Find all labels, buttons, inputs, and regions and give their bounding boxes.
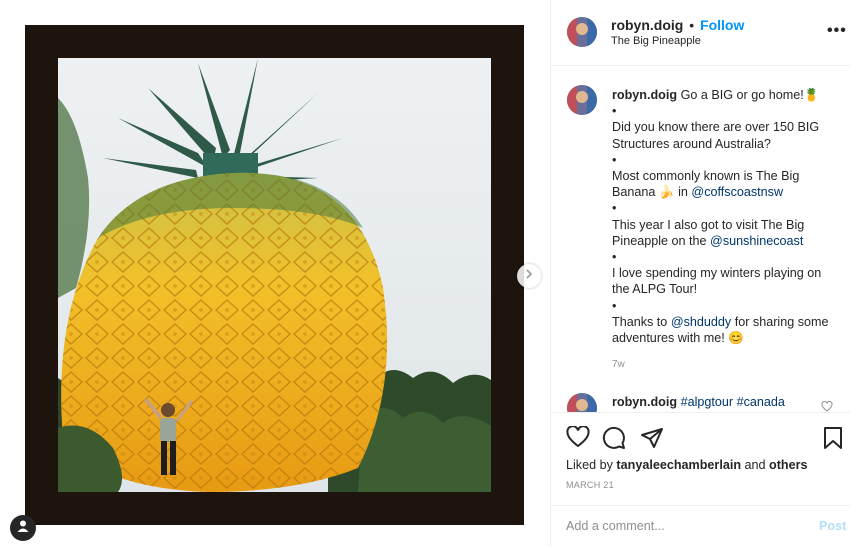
photo-column — [0, 0, 550, 547]
banana-emoji: 🍌 — [658, 185, 675, 200]
bullet: • — [612, 201, 617, 216]
comment-input[interactable] — [566, 519, 786, 533]
heart-icon[interactable] — [566, 425, 590, 453]
location-link[interactable]: The Big Pineapple — [611, 35, 701, 47]
caption-p3-in: in — [678, 185, 688, 200]
liked-by-user[interactable]: tanyaleechamberlain — [616, 458, 741, 472]
hashtag-links[interactable]: #alpgtour #canada — [681, 395, 785, 409]
likes-and: and — [744, 458, 766, 472]
caption-p6-pre: Thanks to — [612, 314, 668, 329]
caption-username[interactable]: robyn.doig — [612, 88, 677, 102]
bullet: • — [612, 152, 617, 167]
comments-section: robyn.doig Go a BIG or go home!🍍 • Did y… — [551, 67, 850, 412]
comment-username[interactable]: robyn.doig — [612, 395, 677, 409]
post-comment-button[interactable]: Post — [819, 519, 846, 533]
smile-emoji: 😊 — [728, 331, 744, 346]
avatar[interactable] — [567, 85, 597, 115]
likes-line: Liked by tanyaleechamberlain and others — [566, 458, 808, 472]
mention-link[interactable]: @sunshinecoast — [710, 234, 803, 248]
bullet: • — [612, 104, 617, 119]
carousel-next-button[interactable] — [517, 264, 541, 288]
share-icon[interactable] — [640, 426, 664, 455]
caption-p2: Did you know there are over 150 BIG Stru… — [612, 120, 820, 151]
bookmark-icon[interactable] — [823, 426, 843, 455]
profile-icon — [16, 519, 30, 538]
small-heart-icon[interactable] — [821, 399, 833, 412]
header-user-line: robyn.doig • Follow — [611, 17, 744, 33]
mention-link[interactable]: @coffscoastnsw — [691, 185, 783, 199]
pineapple-emoji: 🍍 — [803, 88, 820, 102]
action-bar — [551, 412, 850, 460]
post-side-panel: robyn.doig • Follow The Big Pineapple ••… — [550, 0, 850, 547]
mention-link[interactable]: @shduddy — [671, 315, 731, 329]
separator-dot: • — [685, 17, 699, 33]
bullet: • — [612, 298, 617, 313]
post-date[interactable]: MARCH 21 — [566, 480, 614, 490]
caption-line1: Go a BIG or go home! — [680, 88, 804, 102]
comment-timestamp[interactable]: 7w — [612, 359, 625, 370]
comment-icon[interactable] — [602, 426, 626, 455]
post-header: robyn.doig • Follow The Big Pineapple ••… — [551, 0, 850, 66]
caption-text: robyn.doig Go a BIG or go home!🍍 • Did y… — [612, 87, 840, 346]
follow-button[interactable]: Follow — [700, 17, 744, 33]
likes-others-link[interactable]: others — [769, 458, 808, 472]
second-comment-text: robyn.doig #alpgtour #canada — [612, 395, 785, 409]
bullet: • — [612, 250, 617, 265]
likes-prefix: Liked by — [566, 458, 613, 472]
profile-button[interactable] — [10, 515, 36, 541]
more-options-icon[interactable]: ••• — [827, 22, 847, 40]
chevron-right-icon — [524, 267, 534, 285]
header-username[interactable]: robyn.doig — [611, 17, 683, 33]
post-photo[interactable] — [58, 58, 491, 492]
add-comment-bar: Post — [551, 505, 850, 547]
avatar[interactable] — [567, 17, 597, 47]
avatar[interactable] — [567, 393, 597, 412]
caption-p5: I love spending my winters playing on th… — [612, 266, 822, 297]
